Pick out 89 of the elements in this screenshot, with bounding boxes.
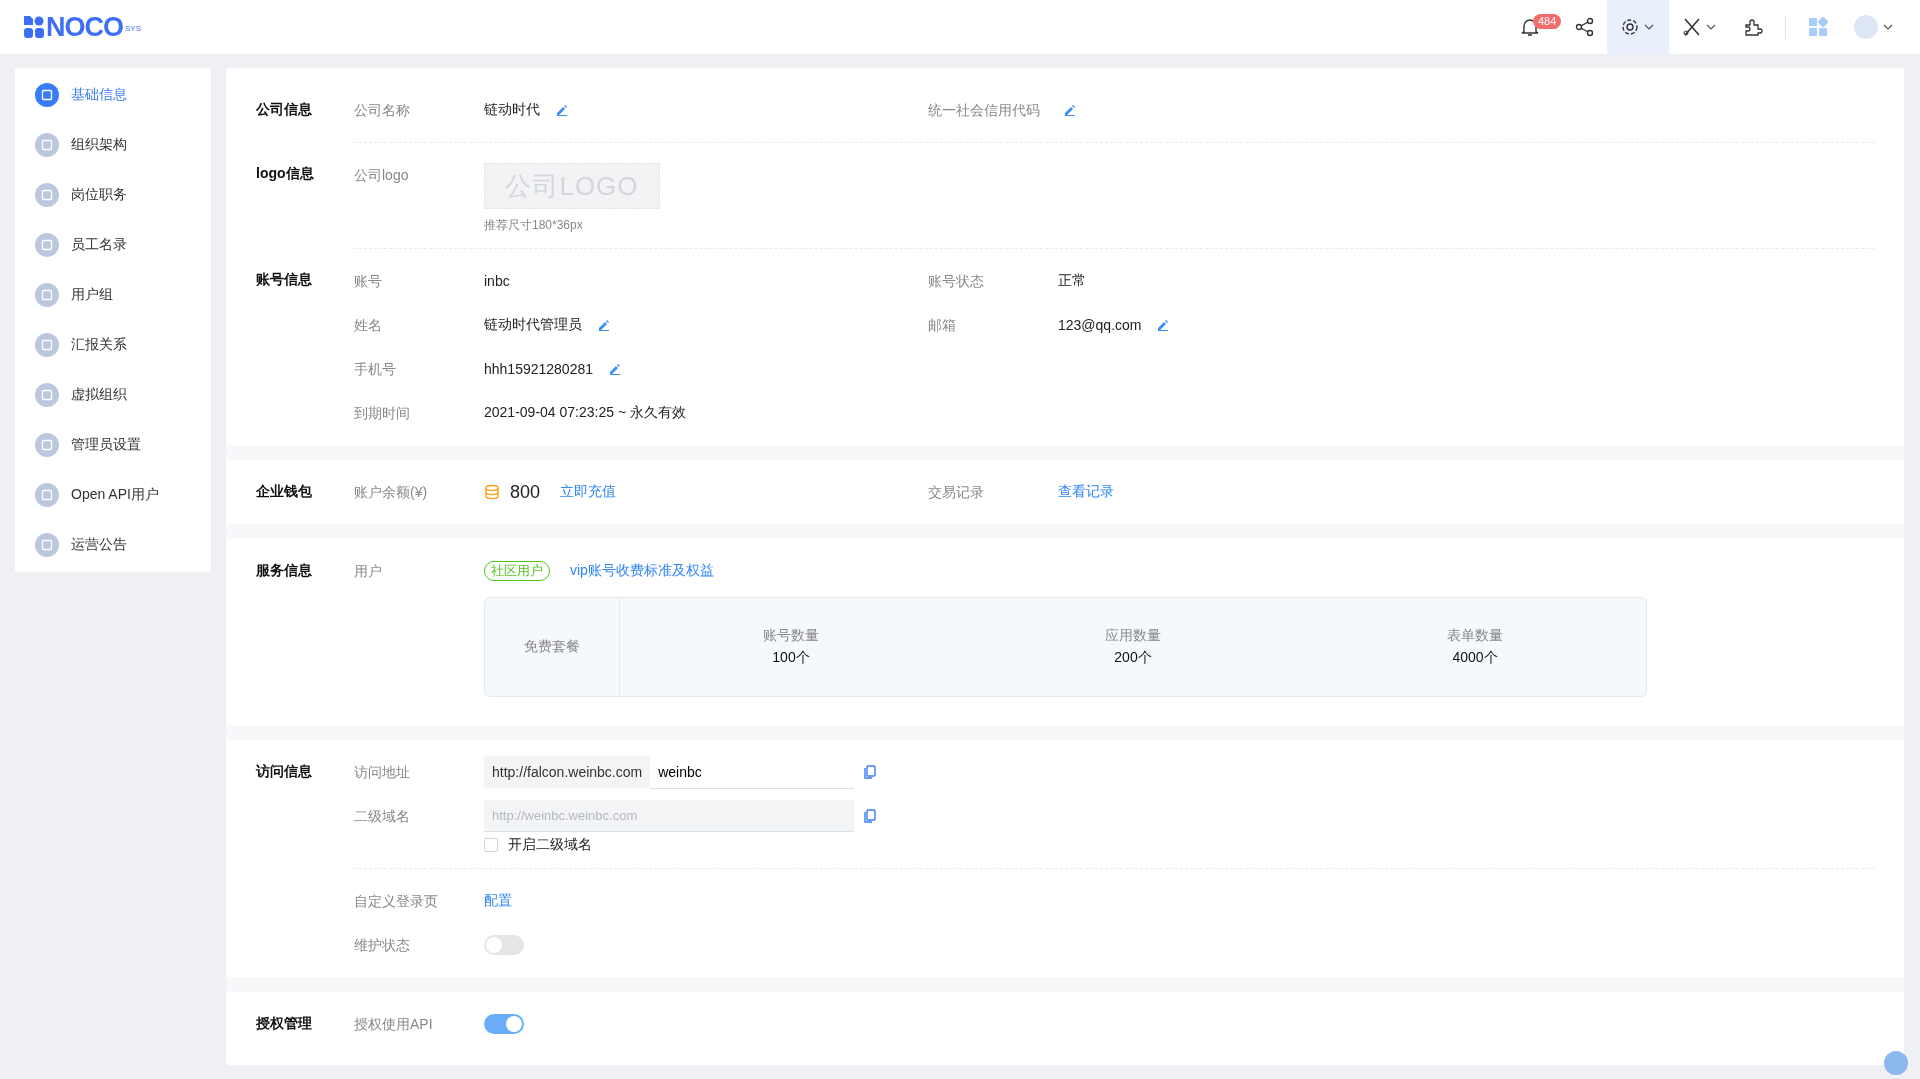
edit-icon[interactable] <box>1064 104 1076 116</box>
balance-amount: 800 <box>510 481 541 503</box>
section-title: 授权管理 <box>256 1014 313 1033</box>
field-label: 用户 <box>354 562 383 581</box>
sidebar-item[interactable]: 员工名录 <box>15 220 211 270</box>
quota-value: 4000个 <box>1452 649 1498 667</box>
pricing-link[interactable]: vip账号收费标准及权益 <box>570 562 714 580</box>
settings-icon <box>1621 17 1655 37</box>
menu-icon <box>35 533 59 557</box>
sidebar-item[interactable]: Open API用户 <box>15 470 211 520</box>
copy-icon[interactable] <box>864 809 876 823</box>
field-label: 账号 <box>354 272 383 291</box>
field-label: 公司名称 <box>354 101 411 120</box>
help-button[interactable] <box>1884 1051 1908 1075</box>
enable-domain-checkbox[interactable]: 开启二级域名 <box>484 836 876 854</box>
field-label: 公司logo <box>354 166 410 185</box>
grid-icon <box>1808 17 1828 37</box>
field-value: 链动时代 <box>484 101 540 119</box>
field-label: 账户余额(¥) <box>354 483 429 502</box>
field-label: 到期时间 <box>354 404 411 423</box>
plan-name: 免费套餐 <box>485 598 620 696</box>
sidebar-item[interactable]: 汇报关系 <box>15 320 211 370</box>
sidebar-item[interactable]: 虚拟组织 <box>15 370 211 420</box>
field-label: 授权使用API <box>354 1015 434 1034</box>
field-label: 自定义登录页 <box>354 892 439 911</box>
edit-icon[interactable] <box>1157 319 1170 331</box>
menu-icon <box>35 333 59 357</box>
tools-icon <box>1683 17 1717 37</box>
avatar <box>1854 15 1878 39</box>
field-label: 二级域名 <box>354 807 411 826</box>
field-label: 统一社会信用代码 <box>928 101 1041 120</box>
share-icon <box>1575 17 1595 37</box>
sidebar-item[interactable]: 用户组 <box>15 270 211 320</box>
section-title: 访问信息 <box>256 762 313 781</box>
quota-value: 200个 <box>1114 649 1152 667</box>
menu-icon <box>35 283 59 307</box>
url-prefix: http://falcon.weinbc.com <box>484 756 651 788</box>
section-title: 公司信息 <box>256 100 313 119</box>
quota-label: 账号数量 <box>763 627 819 645</box>
logo-text: NOCO <box>46 11 123 43</box>
field-label: 访问地址 <box>354 763 411 782</box>
edit-icon[interactable] <box>598 319 610 331</box>
edit-icon[interactable] <box>556 104 568 116</box>
bell-icon <box>1521 17 1539 37</box>
field-value: 2021-09-04 07:23:25 ~ 永久有效 <box>484 404 686 422</box>
logo-mark-icon <box>24 16 44 38</box>
menu-icon <box>35 183 59 207</box>
section-title: 企业钱包 <box>256 482 313 501</box>
field-label: 姓名 <box>354 316 383 335</box>
field-value: hhh15921280281 <box>484 361 593 377</box>
field-label: 账号状态 <box>928 272 985 291</box>
section-title: 服务信息 <box>256 561 313 580</box>
menu-icon <box>35 383 59 407</box>
logo-superscript: SYS <box>125 23 141 33</box>
quota-label: 应用数量 <box>1105 627 1161 645</box>
field-label: 维护状态 <box>354 936 411 955</box>
settings-menu-button[interactable] <box>1607 0 1669 54</box>
menu-icon <box>35 83 59 107</box>
field-value: inbc <box>484 273 510 289</box>
field-label: 邮箱 <box>928 316 957 335</box>
field-value: 正常 <box>1058 272 1086 290</box>
menu-icon <box>35 433 59 457</box>
sidebar-item[interactable]: 岗位职务 <box>15 170 211 220</box>
quota-label: 表单数量 <box>1447 627 1503 645</box>
sidebar-item[interactable]: 组织架构 <box>15 120 211 170</box>
field-label: 交易记录 <box>928 483 985 502</box>
copy-icon[interactable] <box>864 765 876 779</box>
sidebar-item[interactable]: 管理员设置 <box>15 420 211 470</box>
puzzle-icon <box>1743 17 1763 37</box>
coins-icon <box>484 484 500 500</box>
menu-icon <box>35 483 59 507</box>
sidebar-item[interactable]: 基础信息 <box>15 70 211 120</box>
quota-value: 100个 <box>772 649 810 667</box>
notification-badge: 484 <box>1533 14 1562 29</box>
recharge-link[interactable]: 立即充值 <box>560 483 617 501</box>
sidebar-item[interactable]: 运营公告 <box>15 520 211 570</box>
section-title: 账号信息 <box>256 270 313 289</box>
toggle-switch[interactable] <box>484 1014 524 1034</box>
toggle-switch[interactable] <box>484 935 524 955</box>
menu-icon <box>35 133 59 157</box>
action-link[interactable]: 查看记录 <box>1058 483 1114 501</box>
field-value: 123@qq.com <box>1058 317 1142 333</box>
section-title: logo信息 <box>256 164 315 183</box>
field-value: 链动时代管理员 <box>484 316 582 334</box>
menu-icon <box>35 233 59 257</box>
action-link[interactable]: 配置 <box>484 892 512 910</box>
field-label: 手机号 <box>354 360 397 379</box>
edit-icon[interactable] <box>609 363 621 375</box>
hint-text: 推荐尺寸180*36px <box>484 217 584 234</box>
